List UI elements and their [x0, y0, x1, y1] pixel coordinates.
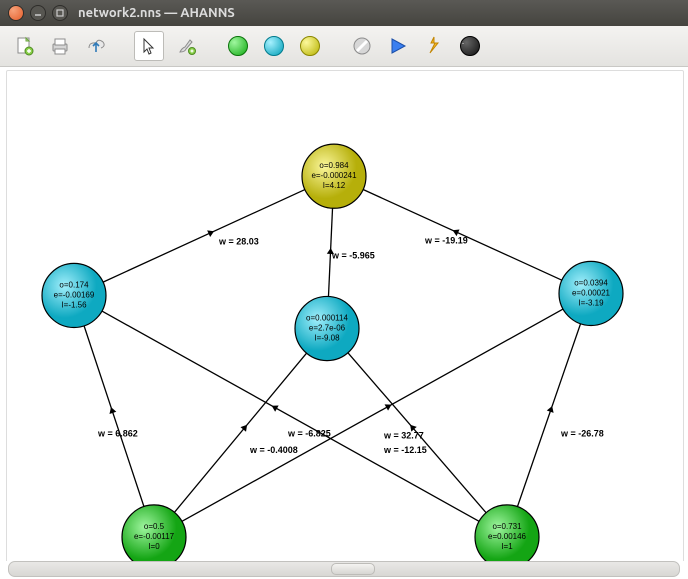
print-button[interactable]: [46, 32, 74, 60]
node-value: o=0.984: [319, 161, 349, 170]
node-value: o=0.0394: [574, 278, 608, 287]
edge: [84, 326, 144, 507]
toolbar: [0, 26, 688, 67]
node-value: I=-3.19: [578, 298, 604, 307]
edge-weight: w = 28.03: [218, 236, 259, 246]
edge: [517, 324, 580, 507]
edge: [102, 311, 479, 521]
edge: [182, 309, 563, 521]
node-value: o=0.5: [144, 522, 165, 531]
add-output-node[interactable]: [296, 32, 324, 60]
run-button[interactable]: [384, 32, 412, 60]
node-hidL[interactable]: o=0.174e=-0.00169I=-1.56: [42, 263, 106, 327]
train-button[interactable]: [420, 32, 448, 60]
pointer-tool[interactable]: [134, 31, 164, 61]
node-value: o=0.174: [59, 280, 89, 289]
node-value: I=4.12: [323, 181, 346, 190]
edge-weight: w = 32.77: [383, 431, 424, 441]
node-value: I=-1.56: [61, 300, 87, 309]
edge-weight: w = -12.15: [383, 445, 427, 455]
add-input-node[interactable]: [224, 32, 252, 60]
scrollbar-thumb[interactable]: [331, 563, 375, 575]
node-inR[interactable]: o=0.731e=0.00146I=1: [475, 505, 539, 561]
network-canvas[interactable]: o=0.984e=-0.000241I=4.12 o=0.174e=-0.0016…: [6, 70, 684, 561]
node-out1[interactable]: o=0.984e=-0.000241I=4.12: [302, 144, 366, 208]
edge: [103, 190, 305, 283]
node-value: e=0.00021: [572, 288, 611, 297]
node-value: I=0: [148, 542, 160, 551]
horizontal-scrollbar[interactable]: [8, 561, 680, 577]
random-button[interactable]: [456, 32, 484, 60]
node-inL[interactable]: o=0.5e=-0.00117I=0: [122, 505, 186, 561]
node-hidR[interactable]: o=0.0394e=0.00021I=-3.19: [559, 261, 623, 325]
node-value: I=-9.08: [314, 334, 340, 343]
node-value: I=1: [501, 542, 513, 551]
node-value: e=0.00146: [488, 532, 527, 541]
node-value: o=0.731: [492, 522, 522, 531]
node-value: o=0.000114: [306, 314, 348, 323]
edge-weight: w = -6.825: [287, 429, 331, 439]
network-svg: o=0.984e=-0.000241I=4.12 o=0.174e=-0.0016…: [7, 71, 683, 561]
export-button[interactable]: [82, 32, 110, 60]
close-icon[interactable]: [8, 5, 24, 21]
stop-button[interactable]: [348, 32, 376, 60]
node-hidM[interactable]: o=0.000114e=2.7e-06I=-9.08: [295, 296, 359, 360]
node-value: e=-0.00117: [134, 532, 175, 541]
edge-weight: w = 6.862: [97, 429, 138, 439]
edge-weight: w = -0.4008: [249, 445, 298, 455]
node-value: e=-0.00169: [54, 290, 95, 299]
brush-tool[interactable]: [172, 32, 200, 60]
minimize-icon[interactable]: [30, 5, 46, 21]
node-value: e=2.7e-06: [309, 324, 346, 333]
add-hidden-node[interactable]: [260, 32, 288, 60]
node-value: e=-0.000241: [311, 171, 357, 180]
window-title: network2.nns — AHANNS: [78, 6, 235, 20]
new-button[interactable]: [10, 32, 38, 60]
edge-weight: w = -26.78: [560, 429, 604, 439]
title-bar: network2.nns — AHANNS: [0, 0, 688, 26]
edge-weight: w = -19.19: [424, 235, 468, 245]
maximize-icon[interactable]: [52, 5, 68, 21]
edge-weight: w = -5.965: [331, 250, 375, 260]
